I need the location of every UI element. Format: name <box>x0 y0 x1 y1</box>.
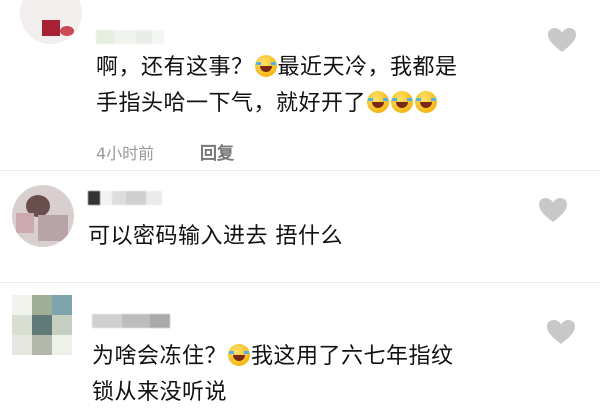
rofl-emoji-icon <box>254 55 277 77</box>
heart-icon[interactable] <box>546 319 576 345</box>
rofl-emoji-icon <box>367 91 390 113</box>
username[interactable] <box>96 30 164 44</box>
avatar[interactable] <box>12 185 74 247</box>
rofl-emoji-icon <box>391 91 414 113</box>
heart-icon[interactable] <box>547 27 577 53</box>
username[interactable] <box>92 314 170 328</box>
text-segment: 最近天冷，我都是 <box>277 55 458 80</box>
comment-2: 可以密码输入进去 捂什么 <box>0 171 600 281</box>
comment-text-line2: 手指头哈一下气，就好开了 <box>96 88 438 120</box>
username[interactable] <box>88 191 162 205</box>
avatar[interactable] <box>20 0 82 44</box>
text-segment: 我这用了六七年指纹 <box>251 344 454 369</box>
reply-button[interactable]: 回复 <box>200 139 234 164</box>
text-segment: 为啥会冻住？ <box>92 344 228 369</box>
rofl-emoji-icon <box>415 91 438 113</box>
avatar[interactable] <box>12 295 72 355</box>
text-segment: 手指头哈一下气，就好开了 <box>96 91 367 116</box>
comment-text: 为啥会冻住？ 我这用了六七年指纹 <box>92 341 454 373</box>
heart-icon[interactable] <box>538 197 568 223</box>
comment-3: 为啥会冻住？ 我这用了六七年指纹 锁从来没听说 <box>0 283 600 405</box>
comment-text-line2: 锁从来没听说 <box>92 380 228 405</box>
rofl-emoji-icon <box>228 344 251 366</box>
comment-text: 啊，还有这事？ 最近天冷，我都是 <box>96 52 458 84</box>
text-segment: 啊，还有这事？ <box>96 55 254 80</box>
comment-1: 啊，还有这事？ 最近天冷，我都是 手指头哈一下气，就好开了 4小时前 回复 <box>0 0 600 170</box>
timestamp: 4小时前 <box>96 144 155 163</box>
comment-text: 可以密码输入进去 捂什么 <box>88 224 343 249</box>
